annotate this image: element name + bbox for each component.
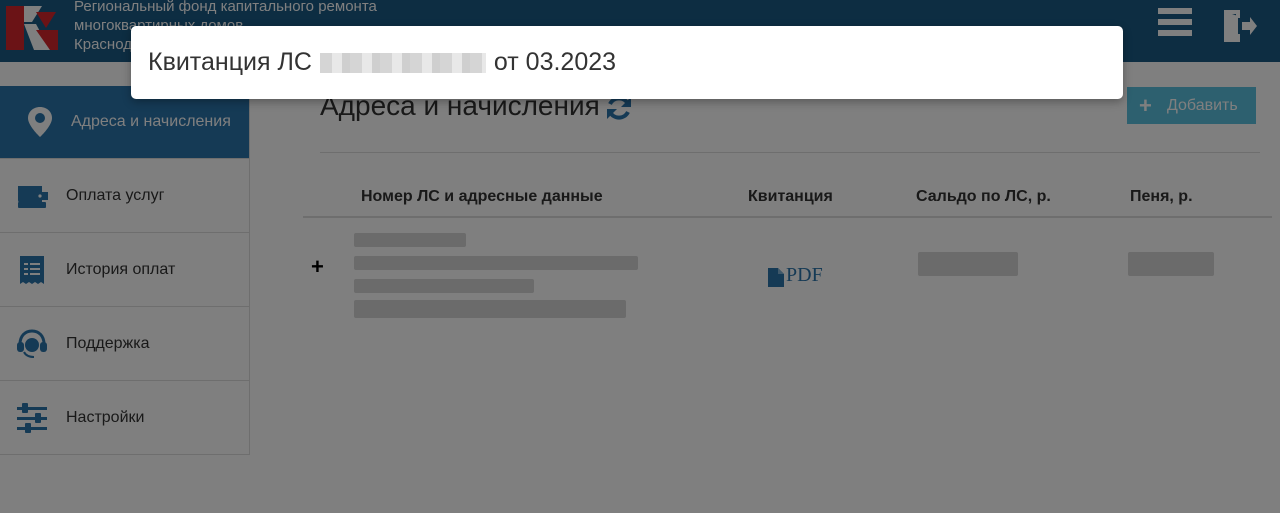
dialog-title: Квитанция ЛС от 03.2023	[148, 48, 616, 77]
dialog-title-prefix: Квитанция ЛС	[148, 48, 312, 76]
receipt-dialog: Квитанция ЛС от 03.2023	[131, 26, 1123, 99]
redacted-account-number	[319, 52, 486, 73]
dialog-title-suffix: от 03.2023	[493, 48, 617, 76]
